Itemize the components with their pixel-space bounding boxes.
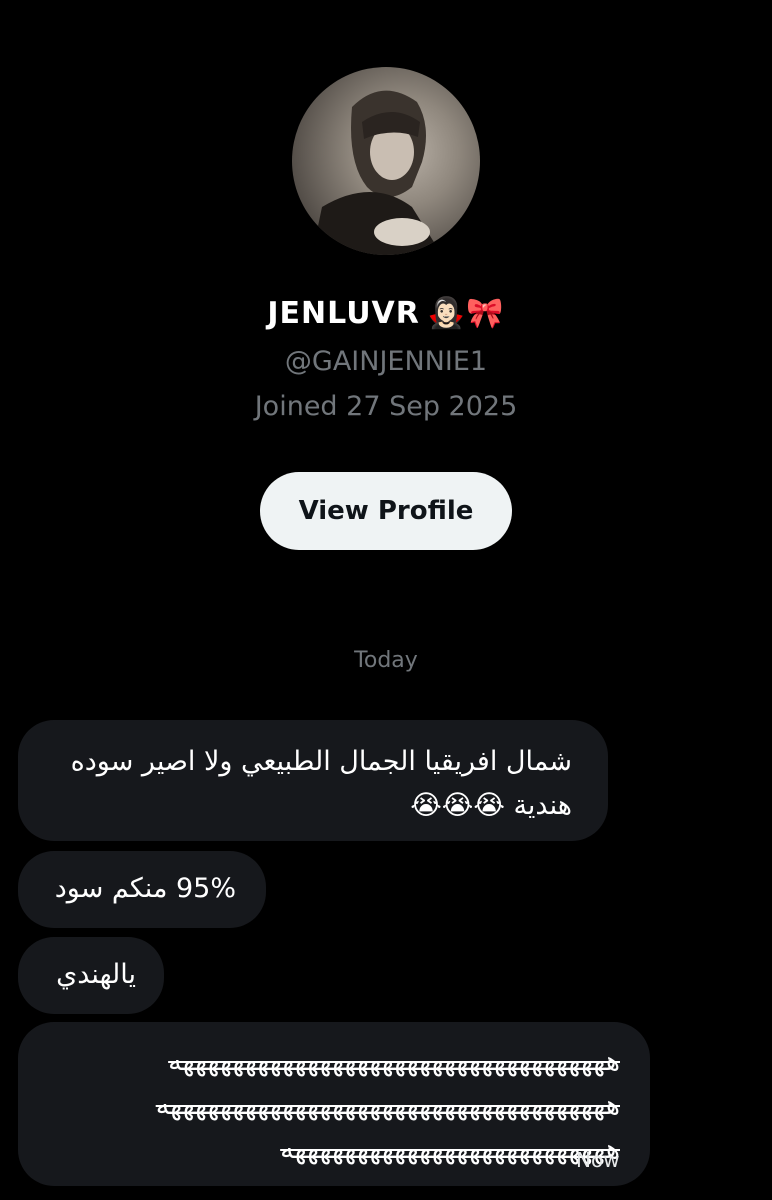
date-separator: Today — [354, 648, 418, 673]
message-text: 95% منكم سود — [54, 873, 236, 904]
user-handle: @GAINJENNIE1 — [284, 346, 488, 377]
message-text: شمال افريقيا الجمال الطبيعي ولا اصير سود… — [70, 746, 572, 777]
name-emoji: 🧛🏻‍♀️🎀 — [427, 296, 505, 331]
message-bubble[interactable]: هههههههههههههههههههههههههههههههههههه ههه… — [18, 1022, 650, 1186]
message-text: يالهندي — [56, 959, 136, 990]
message-text: ههههههههههههههههههههههههههه — [280, 1134, 620, 1165]
profile-photo-icon — [312, 90, 442, 255]
profile-avatar[interactable] — [292, 67, 480, 255]
message-bubble[interactable]: 95% منكم سود — [18, 851, 266, 928]
message-text: ههههههههههههههههههههههههههههههههههههه — [155, 1090, 620, 1121]
message-bubble[interactable]: يالهندي — [18, 937, 164, 1014]
message-timestamp: Now — [576, 1148, 620, 1172]
display-name: JENLUVR — [267, 296, 420, 331]
message-bubble[interactable]: شمال افريقيا الجمال الطبيعي ولا اصير سود… — [18, 720, 608, 841]
joined-date: Joined 27 Sep 2025 — [254, 391, 518, 422]
message-text: هندية 😭😭😭 — [410, 790, 572, 821]
message-text: هههههههههههههههههههههههههههههههههههه — [168, 1046, 620, 1077]
display-name-row: JENLUVR 🧛🏻‍♀️🎀 — [0, 296, 772, 331]
view-profile-button[interactable]: View Profile — [260, 472, 512, 550]
